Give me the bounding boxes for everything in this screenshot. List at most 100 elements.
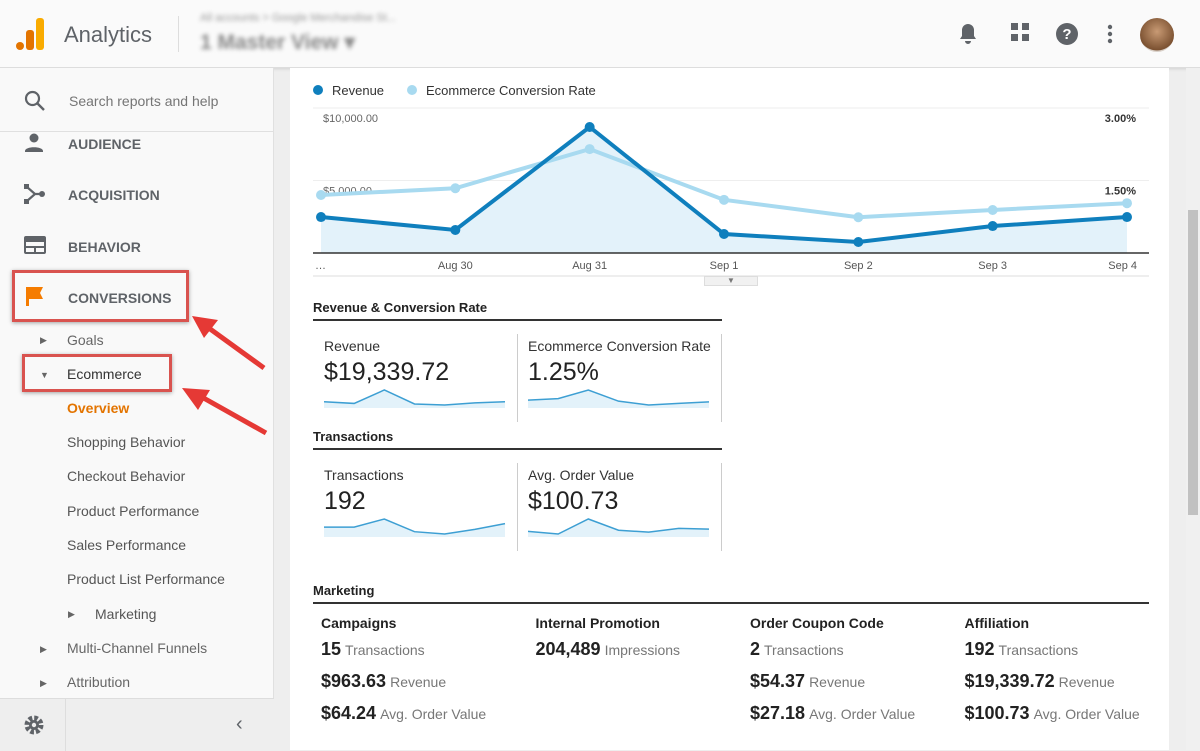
metric-unit: Avg. Order Value bbox=[380, 706, 487, 722]
data-point bbox=[450, 183, 461, 194]
marketing-metric: $27.18 Avg. Order Value bbox=[750, 703, 960, 735]
sparkline-conversion-rate bbox=[528, 389, 710, 408]
metric-unit: Avg. Order Value bbox=[1033, 706, 1140, 722]
help-icon[interactable]: ? bbox=[1055, 22, 1079, 46]
legend-label: Ecommerce Conversion Rate bbox=[426, 83, 596, 98]
app-title: Analytics bbox=[64, 22, 153, 47]
x-tick: Aug 30 bbox=[438, 260, 473, 272]
kpi-avg-order-value[interactable]: Avg. Order Value $100.73 bbox=[518, 463, 722, 551]
svg-text:?: ? bbox=[1062, 26, 1071, 43]
sparkline-transactions bbox=[324, 518, 506, 537]
x-tick: Sep 3 bbox=[978, 260, 1007, 272]
y-right-tick: 3.00% bbox=[1105, 113, 1136, 125]
sparkline-area bbox=[324, 519, 505, 537]
data-point bbox=[1122, 198, 1132, 209]
marketing-metric: 192 Transactions bbox=[965, 639, 1175, 671]
metric-unit: Revenue bbox=[809, 674, 866, 690]
person-icon bbox=[25, 133, 43, 152]
metric-value: $963.63 bbox=[321, 671, 387, 691]
settings-button[interactable] bbox=[0, 699, 66, 751]
metric-value: $64.24 bbox=[321, 703, 377, 723]
account-breadcrumb[interactable]: All accounts > Google Merchandise St... bbox=[200, 12, 396, 24]
expand-multi-channel-icon[interactable]: ▶ bbox=[40, 644, 47, 655]
acquisition-icon bbox=[24, 184, 45, 204]
sidebar-item-sales-performance[interactable]: Sales Performance bbox=[67, 537, 186, 553]
metric-value: 192 bbox=[964, 639, 995, 659]
metric-value: 2 bbox=[750, 639, 761, 659]
apps-grid-icon[interactable] bbox=[1008, 22, 1032, 46]
data-point bbox=[316, 212, 326, 223]
expand-attribution-icon[interactable]: ▶ bbox=[40, 678, 47, 689]
view-selector[interactable]: 1 Master View ▾ bbox=[200, 30, 355, 55]
bell-icon[interactable] bbox=[956, 22, 980, 46]
section-title-transactions: Transactions bbox=[313, 429, 722, 450]
section-title-revenue-conversion: Revenue & Conversion Rate bbox=[313, 300, 722, 321]
metric-unit: Transactions bbox=[764, 642, 844, 658]
marketing-internal-promotion[interactable]: Internal Promotion 204,489 Impressions bbox=[536, 615, 746, 671]
avatar[interactable] bbox=[1140, 18, 1174, 52]
more-vert-icon[interactable] bbox=[1098, 22, 1122, 46]
metric-unit: Transactions bbox=[345, 642, 425, 658]
sidebar-item-checkout-behavior[interactable]: Checkout Behavior bbox=[67, 468, 185, 484]
annotation-box-ecommerce bbox=[22, 354, 172, 392]
marketing-metric: 204,489 Impressions bbox=[536, 639, 746, 671]
x-tick: Sep 1 bbox=[710, 260, 739, 272]
sidebar-item-product-performance[interactable]: Product Performance bbox=[67, 503, 199, 519]
metric-value: $27.18 bbox=[750, 703, 806, 723]
sidebar-item-attribution[interactable]: Attribution bbox=[67, 674, 130, 690]
annotation-box-conversions bbox=[12, 270, 189, 322]
y-right-tick: 1.50% bbox=[1105, 186, 1136, 198]
search-box[interactable]: Search reports and help bbox=[0, 68, 274, 132]
sidebar-item-acquisition[interactable]: ACQUISITION bbox=[0, 182, 274, 206]
sidebar-item-marketing[interactable]: Marketing bbox=[95, 606, 156, 622]
data-point bbox=[584, 121, 595, 132]
marketing-metric: $100.73 Avg. Order Value bbox=[965, 703, 1175, 735]
metric-value: $54.37 bbox=[750, 671, 806, 691]
legend-label: Revenue bbox=[332, 83, 384, 98]
data-point bbox=[987, 204, 998, 215]
scrollbar-thumb[interactable] bbox=[1188, 210, 1198, 515]
collapse-sidebar-icon[interactable]: ‹ bbox=[236, 713, 243, 736]
metric-value: $100.73 bbox=[964, 703, 1030, 723]
marketing-metric: $19,339.72 Revenue bbox=[965, 671, 1175, 703]
sidebar-item-shopping-behavior[interactable]: Shopping Behavior bbox=[67, 434, 185, 450]
marketing-campaigns[interactable]: Campaigns 15 Transactions $963.63 Revenue $64… bbox=[321, 615, 531, 735]
sidebar-item-audience[interactable]: AUDIENCE bbox=[0, 132, 274, 154]
top-header: Analytics All accounts > Google Merchand… bbox=[0, 0, 1200, 68]
sidebar: Search reports and help AUDIENCE ACQUISI… bbox=[0, 68, 274, 751]
data-point bbox=[1122, 212, 1132, 223]
sidebar-item-product-list-performance[interactable]: Product List Performance bbox=[67, 571, 225, 587]
data-point bbox=[719, 194, 729, 205]
data-point bbox=[584, 144, 595, 155]
metric-unit: Revenue bbox=[390, 674, 447, 690]
expand-goals-icon[interactable]: ▶ bbox=[40, 335, 47, 346]
kpi-revenue[interactable]: Revenue $19,339.72 bbox=[314, 334, 518, 422]
kpi-conversion-rate[interactable]: Ecommerce Conversion Rate 1.25% bbox=[518, 334, 722, 422]
metric-unit: Avg. Order Value bbox=[809, 706, 916, 722]
marketing-title: Internal Promotion bbox=[535, 615, 660, 631]
search-input[interactable]: Search reports and help bbox=[69, 93, 218, 109]
annotation-arrows bbox=[182, 316, 268, 436]
metric-value: 15 bbox=[321, 639, 342, 659]
series-line-revenue bbox=[320, 124, 1128, 244]
sidebar-item-overview[interactable]: Overview bbox=[67, 400, 129, 416]
data-point bbox=[316, 190, 326, 200]
marketing-metric: $64.24 Avg. Order Value bbox=[321, 703, 531, 735]
behavior-icon bbox=[24, 236, 46, 254]
sidebar-item-behavior[interactable]: BEHAVIOR bbox=[0, 234, 274, 258]
kpi-transactions[interactable]: Transactions 192 bbox=[314, 463, 518, 551]
sidebar-item-goals[interactable]: Goals bbox=[67, 332, 104, 348]
gear-icon bbox=[24, 715, 44, 735]
sidebar-item-multi-channel-funnels[interactable]: Multi-Channel Funnels bbox=[67, 640, 207, 656]
chart-expand-handle[interactable]: ▼ bbox=[704, 276, 758, 286]
marketing-affiliation[interactable]: Affiliation 192 Transactions $19,339.72 Reve… bbox=[965, 615, 1175, 735]
x-tick: Sep 2 bbox=[844, 260, 873, 272]
marketing-title: Affiliation bbox=[964, 615, 1030, 631]
marketing-order-coupon-code[interactable]: Order Coupon Code 2 Transactions $54.37 Reve… bbox=[750, 615, 960, 735]
marketing-title: Order Coupon Code bbox=[750, 615, 884, 631]
sparkline-avg-order-value bbox=[528, 518, 710, 537]
metric-unit: Impressions bbox=[604, 642, 681, 658]
analytics-logo[interactable] bbox=[16, 18, 46, 50]
expand-marketing-icon[interactable]: ▶ bbox=[68, 609, 75, 620]
divider bbox=[178, 16, 179, 52]
